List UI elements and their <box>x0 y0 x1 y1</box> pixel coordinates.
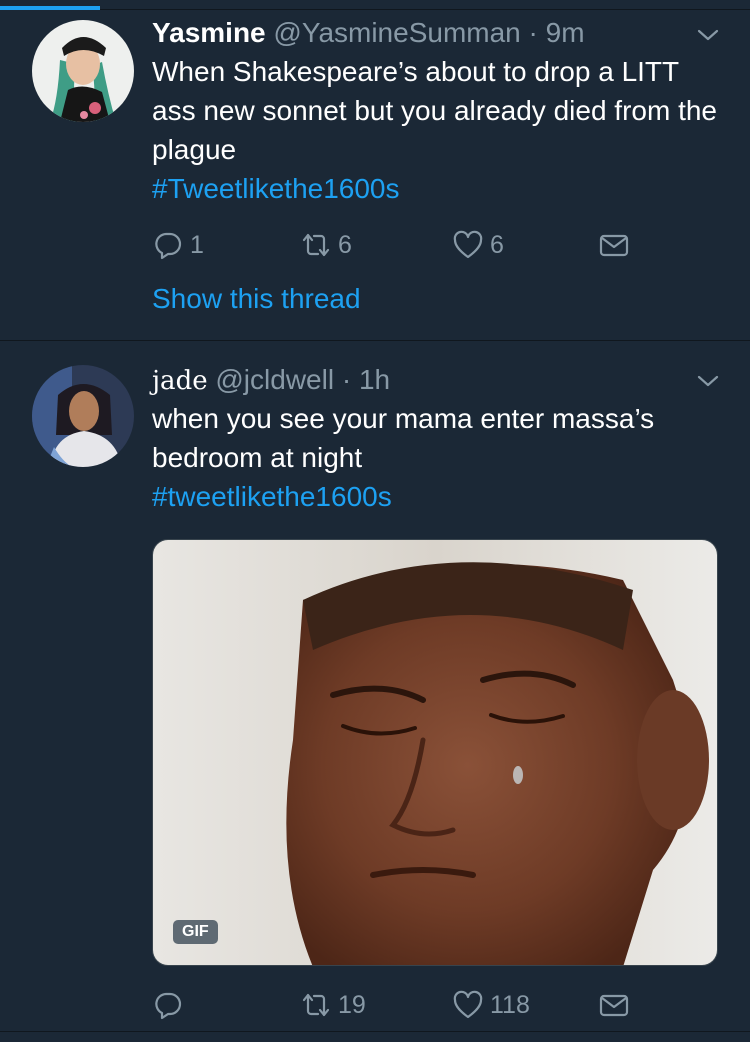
retweet-button[interactable]: 6 <box>300 227 352 263</box>
tweet-body: When Shakespeare’s about to drop a LITT … <box>152 56 718 165</box>
separator-dot: · <box>528 17 538 48</box>
tweet-actions: 19 118 <box>152 987 652 1023</box>
hashtag-link[interactable]: #Tweetlikethe1600s <box>152 169 727 208</box>
top-tab-bar <box>0 0 750 10</box>
direct-message-button[interactable] <box>598 987 630 1023</box>
avatar-image <box>32 20 134 122</box>
retweet-icon <box>300 229 332 261</box>
retweet-icon <box>300 989 332 1021</box>
reply-icon <box>152 989 184 1021</box>
tweet-header: Yasmine @YasmineSumman · 9m <box>152 16 690 50</box>
retweet-count: 19 <box>338 990 366 1019</box>
heart-icon <box>452 229 484 261</box>
tweet-actions: 1 6 6 <box>152 227 652 263</box>
active-tab-indicator <box>0 6 100 10</box>
reply-count: 1 <box>190 230 204 259</box>
tweet[interactable]: Yasmine @YasmineSumman · 9m When Shakesp… <box>0 11 750 341</box>
gif-image <box>153 540 717 965</box>
timestamp[interactable]: 9m <box>546 17 585 48</box>
show-thread-link[interactable]: Show this thread <box>152 281 361 317</box>
gif-media[interactable]: GIF <box>152 539 718 966</box>
user-handle[interactable]: @jcldwell <box>215 364 334 395</box>
retweet-button[interactable]: 19 <box>300 987 366 1023</box>
separator-dot: · <box>341 364 352 395</box>
timestamp[interactable]: 1h <box>359 364 390 395</box>
like-count: 118 <box>490 990 530 1019</box>
reply-icon <box>152 229 184 261</box>
reply-button[interactable]: 1 <box>152 227 204 263</box>
reply-button[interactable] <box>152 987 190 1023</box>
display-name[interactable]: Yasmine <box>152 17 266 48</box>
chevron-down-icon[interactable] <box>694 21 722 49</box>
chevron-down-icon[interactable] <box>694 367 722 395</box>
envelope-icon <box>598 989 630 1021</box>
avatar[interactable] <box>32 20 134 122</box>
display-name[interactable]: jade <box>152 366 208 396</box>
tweet[interactable]: jade @jcldwell · 1h when you see your ma… <box>0 342 750 1032</box>
avatar[interactable] <box>32 365 134 467</box>
envelope-icon <box>598 229 630 261</box>
direct-message-button[interactable] <box>598 227 630 263</box>
user-handle[interactable]: @YasmineSumman <box>273 17 520 48</box>
like-button[interactable]: 118 <box>452 987 530 1023</box>
gif-badge: GIF <box>173 920 218 944</box>
avatar-image <box>32 365 134 467</box>
tweet-body: when you see your mama enter massa’s bed… <box>152 403 655 473</box>
like-button[interactable]: 6 <box>452 227 504 263</box>
tweet-text: when you see your mama enter massa’s bed… <box>152 399 727 516</box>
tweet-text: When Shakespeare’s about to drop a LITT … <box>152 52 727 208</box>
heart-icon <box>452 989 484 1021</box>
retweet-count: 6 <box>338 230 352 259</box>
hashtag-link[interactable]: #tweetlikethe1600s <box>152 477 727 516</box>
like-count: 6 <box>490 230 504 259</box>
tweet-header: jade @jcldwell · 1h <box>152 363 690 398</box>
